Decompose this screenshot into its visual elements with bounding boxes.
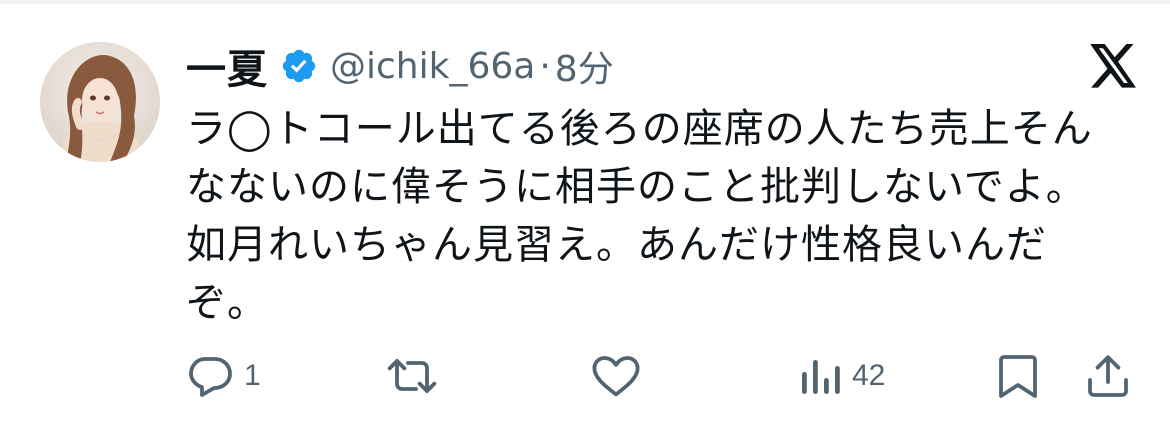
views-count: 42 (852, 359, 886, 392)
share-button[interactable] (1084, 350, 1132, 402)
views-chart-icon (798, 352, 842, 400)
author-handle[interactable]: @ichik_66a (330, 46, 535, 87)
views-button[interactable]: 42 (798, 350, 885, 402)
avatar[interactable] (40, 42, 160, 162)
author-name[interactable]: 一夏 (186, 37, 268, 95)
repost-icon (386, 352, 438, 400)
timestamp[interactable]: 8分 (555, 40, 614, 92)
reply-button[interactable]: 1 (186, 350, 261, 402)
bookmark-icon (996, 352, 1040, 400)
reply-icon (186, 352, 234, 400)
x-logo-icon[interactable] (1090, 44, 1138, 88)
like-button[interactable] (590, 350, 652, 402)
bookmark-button[interactable] (996, 350, 1040, 402)
share-icon (1084, 352, 1132, 400)
reply-count: 1 (244, 359, 261, 392)
verified-badge-icon (280, 47, 318, 85)
repost-button[interactable] (386, 350, 448, 402)
heart-icon (590, 352, 642, 400)
separator-dot: · (539, 45, 551, 87)
tweet-card[interactable]: 一夏 @ichik_66a · 8分 ラ◯トコール出てる後ろの座席の人たち売上そ… (0, 0, 1170, 448)
divider (0, 0, 1170, 4)
action-bar: 1 42 (186, 350, 1136, 402)
tweet-header: 一夏 @ichik_66a · 8分 (186, 36, 614, 96)
tweet-text: ラ◯トコール出てる後ろの座席の人たち売上そんなないのに偉そうに相手のこと批判しな… (186, 106, 1093, 326)
avatar-image (40, 42, 160, 162)
